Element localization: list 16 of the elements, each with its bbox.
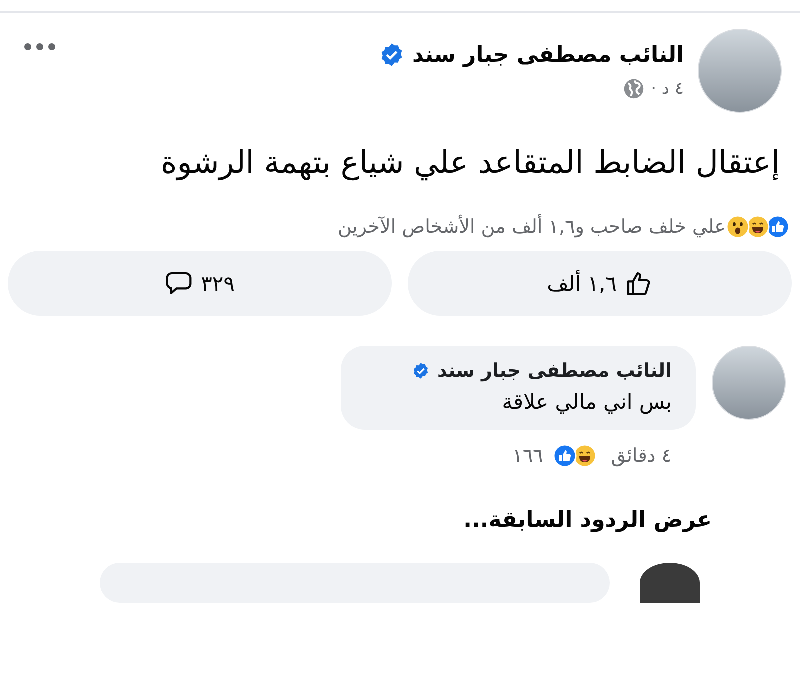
comment-button[interactable]: ٣٢٩ [8,251,392,316]
thumbs-up-icon [624,270,653,298]
comment-time: ٤ دقائق [611,445,672,467]
comment-text: بس اني مالي علاقة [501,390,672,414]
commenter-name[interactable]: النائب مصطفى جبار سند [438,360,672,382]
reaction-count[interactable]: ١٦٦ [512,445,544,467]
view-previous-replies-link[interactable]: عرض الردود السابقة... [0,468,800,533]
like-button[interactable]: ١,٦ ألف [408,251,792,316]
post-text: إعتقال الضابط المتقاعد علي شياع بتهمة الرشوة [160,144,781,183]
post-time[interactable]: ٤ د · [651,79,684,99]
more-options-icon[interactable] [24,43,56,51]
avatar-photo-placeholder [640,563,700,603]
speech-bubble-icon [165,270,194,298]
reactions-summary[interactable]: علي خلف صاحب و١,٦ ألف من الأشخاص الآخرين [338,216,726,238]
author-name[interactable]: النائب مصطفى جبار سند [412,42,684,68]
globe-icon [623,78,646,100]
